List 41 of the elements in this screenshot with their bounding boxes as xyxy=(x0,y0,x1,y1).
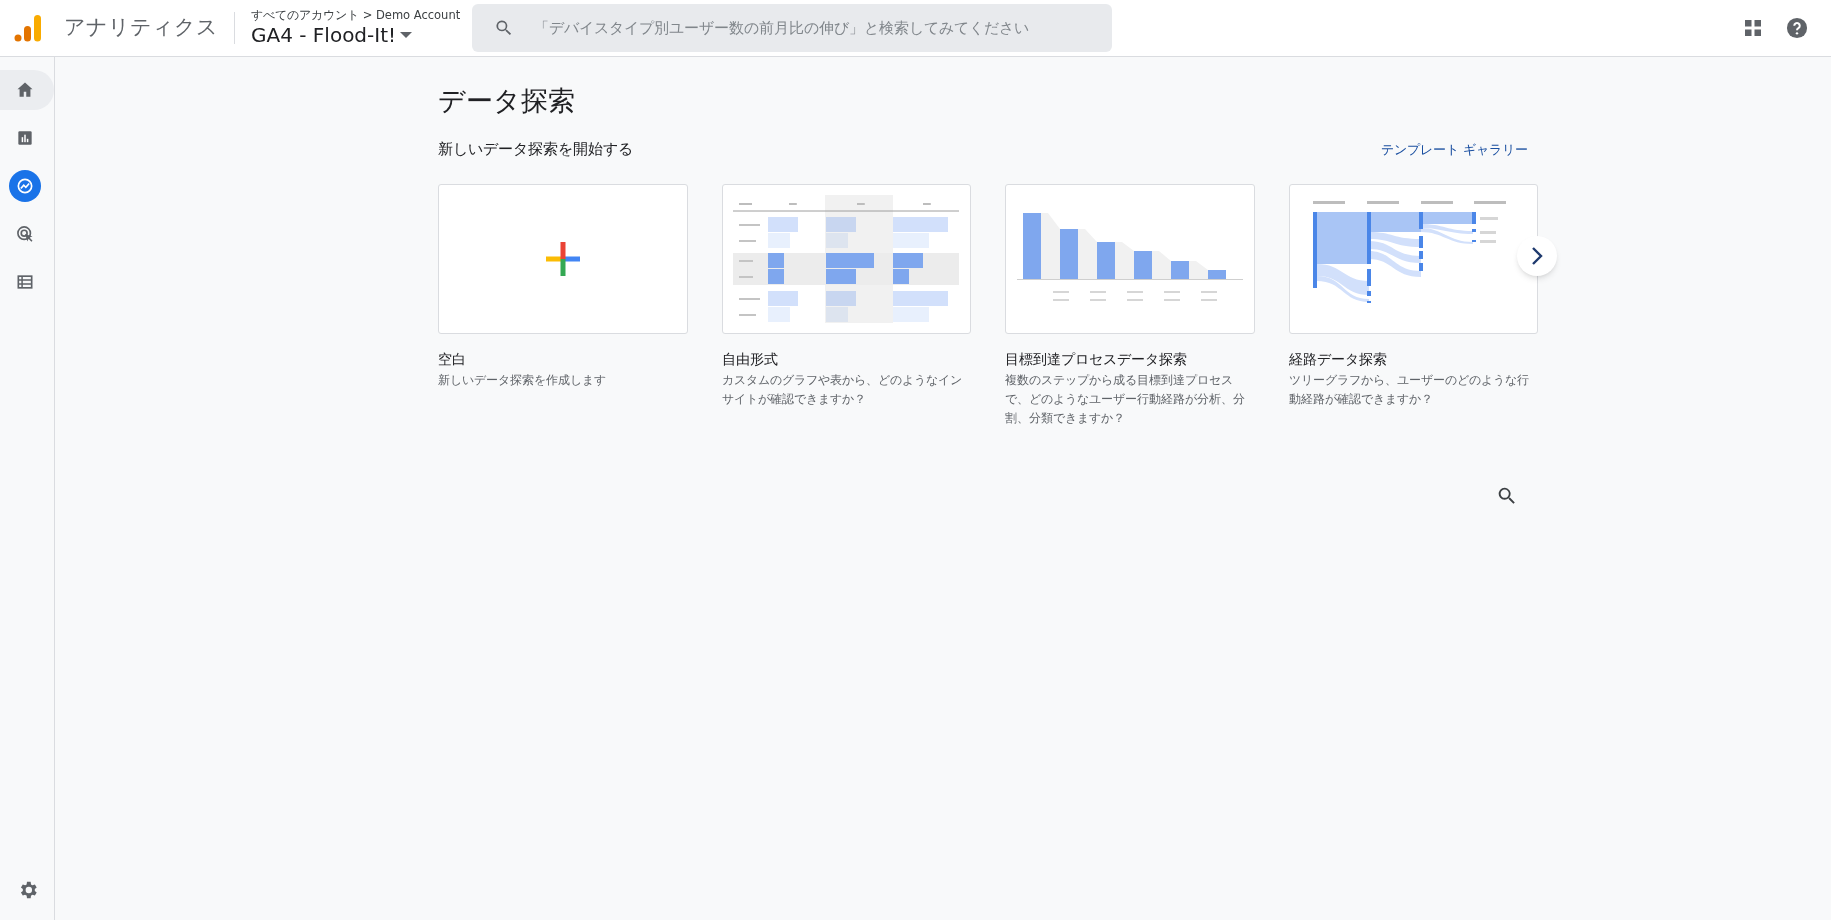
funnel-bar xyxy=(1207,269,1226,279)
property-selector[interactable]: GA4 - Flood-It! xyxy=(251,22,461,48)
label-placeholder-lines xyxy=(1126,290,1143,301)
bar-chart-icon xyxy=(15,128,35,148)
trend-chart-icon xyxy=(15,176,35,196)
funnel-bar xyxy=(1022,212,1041,279)
label-placeholder-lines xyxy=(1089,290,1106,301)
dropdown-caret-icon xyxy=(400,32,413,38)
colorful-plus-icon xyxy=(545,241,580,276)
funnel-dropoff-shade xyxy=(1188,260,1208,279)
funnel-bar xyxy=(1170,260,1189,279)
template-title: 空白 xyxy=(438,349,467,369)
label-placeholder-lines xyxy=(1200,290,1217,301)
page-title: データ探索 xyxy=(438,84,576,118)
template-title: 自由形式 xyxy=(721,349,779,369)
template-description: カスタムのグラフや表から、どのようなインサイトが確認できますか？ xyxy=(721,371,963,408)
breadcrumb[interactable]: すべてのアカウント > Demo Account xyxy=(251,8,461,22)
app-name: アナリティクス xyxy=(64,14,218,42)
home-icon xyxy=(15,80,35,100)
label-placeholder-lines xyxy=(1163,290,1180,301)
template-title: 目標到達プロセスデータ探索 xyxy=(1005,349,1188,369)
funnel-bar xyxy=(1133,250,1152,279)
next-button[interactable] xyxy=(1517,236,1557,276)
section-title: 新しいデータ探索を開始する xyxy=(438,140,633,159)
chevron-right-icon xyxy=(1531,247,1543,265)
search-field[interactable]: 「デバイスタイプ別ユーザー数の前月比の伸び」と検索してみてください xyxy=(472,4,1113,52)
label-placeholder-lines xyxy=(1052,290,1069,301)
template-card[interactable] xyxy=(1288,183,1538,334)
template-description: ツリーグラフから、ユーザーのどのような行動経路が確認できますか？ xyxy=(1288,371,1530,408)
list-icon xyxy=(15,272,35,292)
sidebar-explore-button[interactable] xyxy=(9,170,41,202)
template-gallery-link[interactable]: テンプレート ギャラリー xyxy=(1380,140,1528,160)
target-cursor-icon xyxy=(15,224,35,244)
funnel-dropoff-shade xyxy=(1151,250,1171,279)
template-title: 経路データ探索 xyxy=(1288,349,1388,369)
template-description: 新しいデータ探索を作成します xyxy=(438,371,607,389)
search-icon[interactable] xyxy=(1496,485,1518,507)
template-description: 複数のステップから成る目標到達プロセスで、どのようなユーザー行動経路が分析、分割、分類できますか？ xyxy=(1005,371,1246,427)
analytics-logo-icon xyxy=(14,14,42,42)
help-icon[interactable] xyxy=(1786,17,1808,39)
apps-grid-icon[interactable] xyxy=(1745,20,1761,36)
